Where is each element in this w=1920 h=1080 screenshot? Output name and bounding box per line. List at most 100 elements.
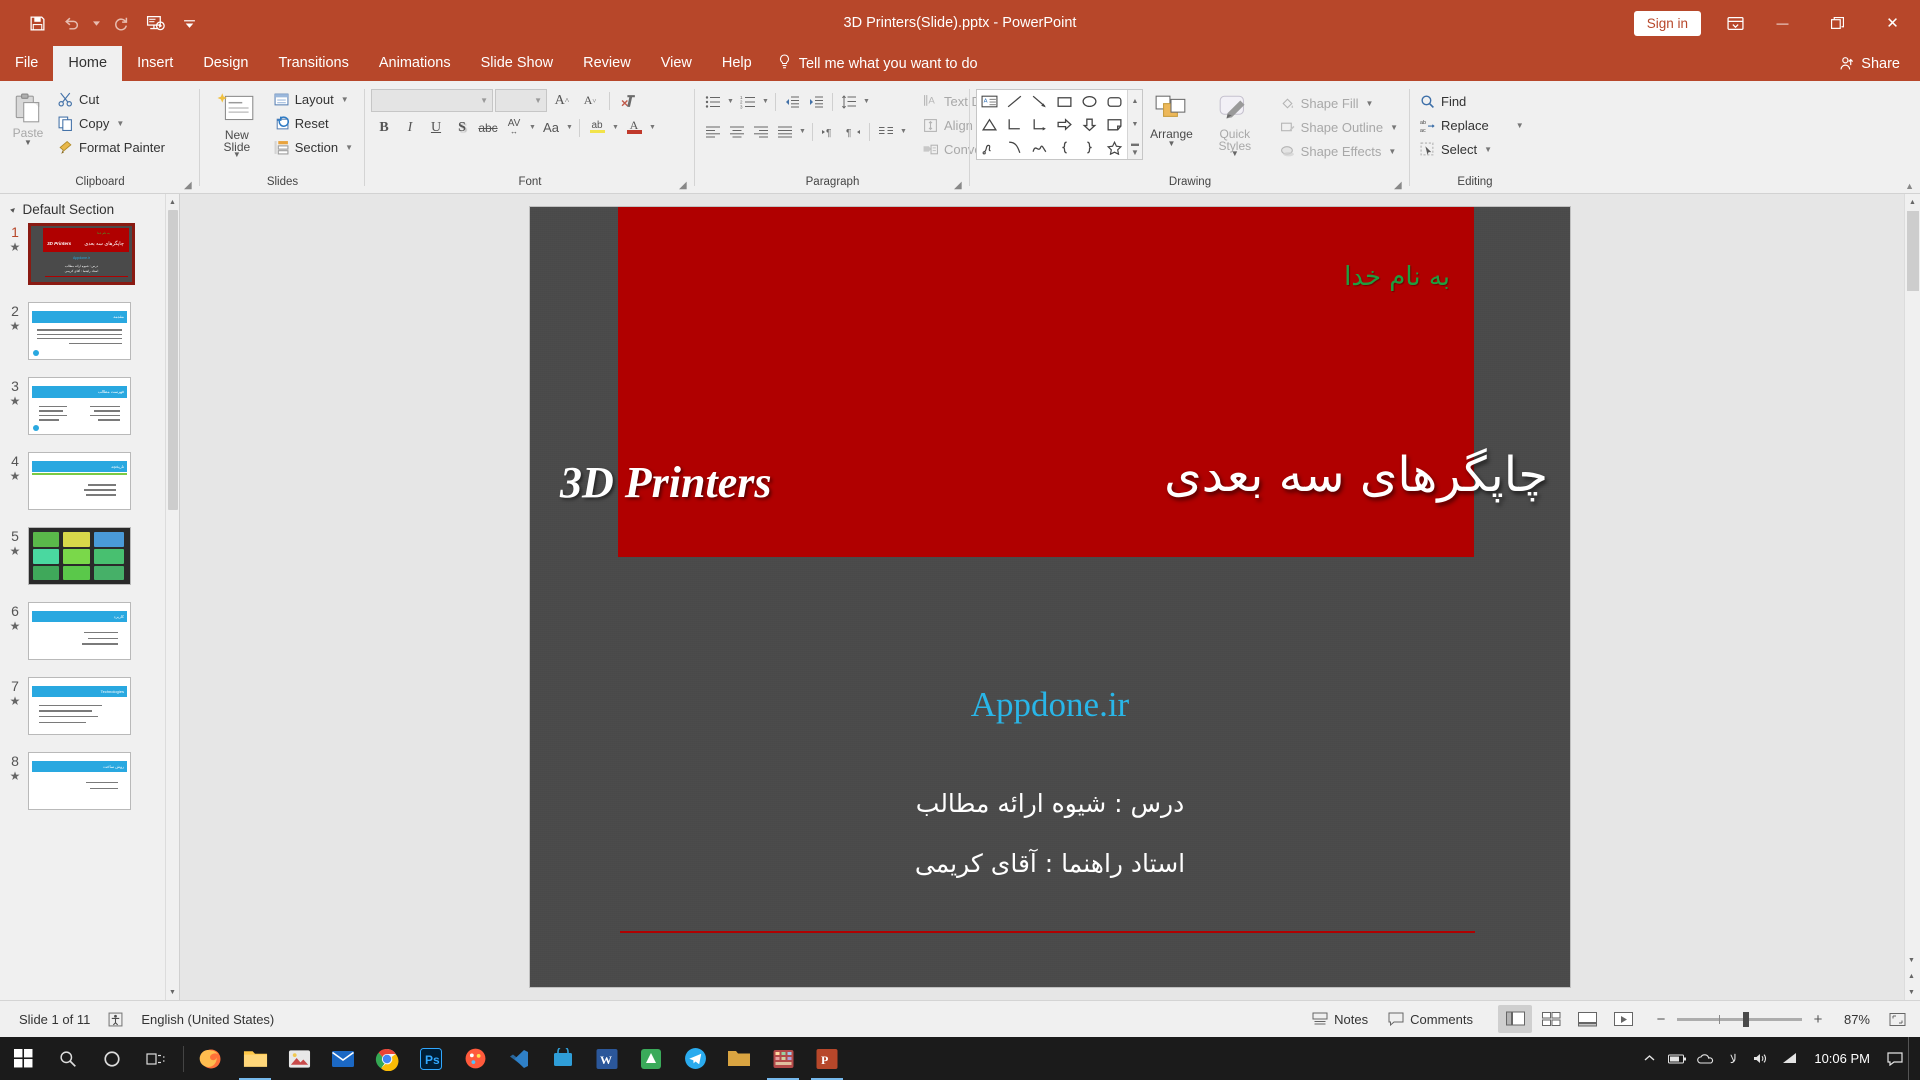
slide-vertical-scrollbar[interactable]: ▲ ▼ ▲ ▼ [1904, 194, 1920, 1000]
next-slide-icon[interactable]: ▼ [1904, 984, 1919, 1000]
thumbnail-slide-7[interactable]: 7 ★ Technologies [2, 677, 179, 735]
collapse-ribbon-icon[interactable]: ▲ [1905, 181, 1914, 191]
zoom-handle[interactable] [1743, 1012, 1749, 1027]
accessibility-checker-button[interactable] [99, 1005, 132, 1033]
paragraph-dialog-launcher[interactable]: ◢ [954, 180, 966, 192]
show-hidden-icons-tray[interactable] [1636, 1037, 1662, 1080]
minimize-button[interactable]: — [1755, 0, 1810, 46]
shapes-more-icon[interactable]: ▬▼ [1128, 136, 1142, 159]
arrow-shape[interactable] [1027, 90, 1052, 113]
slide-indicator[interactable]: Slide 1 of 11 [10, 1005, 99, 1033]
select-button[interactable]: Select ▼ [1416, 138, 1530, 161]
line-shape[interactable] [1002, 90, 1027, 113]
zoom-percentage[interactable]: 87% [1834, 1012, 1870, 1027]
current-slide[interactable]: به نام خدا 3D Printers چاپگرهای سه بعدی … [530, 207, 1570, 987]
decrease-indent-icon[interactable] [780, 90, 804, 113]
star-shape[interactable] [1102, 136, 1127, 159]
previous-slide-icon[interactable]: ▲ [1904, 968, 1919, 984]
photoshop-taskbar-icon[interactable]: Ps [409, 1037, 453, 1080]
shapes-scroll-down-icon[interactable]: ▼ [1128, 113, 1142, 136]
tab-review[interactable]: Review [568, 46, 646, 81]
text-highlight-caret-icon[interactable]: ▼ [610, 124, 621, 131]
new-slide-button[interactable]: New Slide ▼ [206, 88, 268, 161]
font-dialog-launcher[interactable]: ◢ [679, 180, 691, 192]
slide-title-persian[interactable]: چاپگرهای سه بعدی [1164, 447, 1548, 503]
firefox-taskbar-icon[interactable] [189, 1037, 233, 1080]
slide-show-view-button[interactable] [1606, 1005, 1640, 1033]
triangle-shape[interactable] [977, 113, 1002, 136]
increase-indent-icon[interactable] [804, 90, 828, 113]
line-spacing-caret-icon[interactable]: ▼ [861, 98, 872, 105]
tab-home[interactable]: Home [53, 46, 122, 81]
numbering-icon[interactable]: 123 [736, 90, 760, 113]
columns-caret-icon[interactable]: ▼ [898, 128, 909, 135]
thumbnail-slide-6[interactable]: 6 ★ کاربرد [2, 602, 179, 660]
thumbnail-image[interactable]: کاربرد [28, 602, 131, 660]
font-name-input[interactable]: ▼ [371, 89, 493, 112]
powerpoint-taskbar-icon[interactable]: P [805, 1037, 849, 1080]
customize-qat-icon[interactable] [174, 8, 204, 38]
shape-fill-caret-icon[interactable]: ▼ [1365, 99, 1373, 108]
new-slide-caret-icon[interactable]: ▼ [233, 152, 241, 158]
columns-icon[interactable] [874, 120, 898, 143]
search-taskbar-icon[interactable] [46, 1037, 90, 1080]
reading-view-button[interactable] [1570, 1005, 1604, 1033]
show-desktop-button[interactable] [1908, 1037, 1916, 1080]
decrease-font-size-icon[interactable]: A˅ [577, 89, 603, 112]
right-brace-shape[interactable] [1077, 136, 1102, 159]
rectangle-shape[interactable] [1052, 90, 1077, 113]
change-case-caret-icon[interactable]: ▼ [564, 124, 575, 131]
tab-animations[interactable]: Animations [364, 46, 466, 81]
rounded-rectangle-shape[interactable] [1102, 90, 1127, 113]
vscode-taskbar-icon[interactable] [497, 1037, 541, 1080]
zoom-in-button[interactable]: + [1811, 1011, 1825, 1028]
text-box-shape[interactable]: A [977, 90, 1002, 113]
store-taskbar-icon[interactable] [541, 1037, 585, 1080]
font-size-caret-icon[interactable]: ▼ [534, 96, 542, 105]
mail-taskbar-icon[interactable] [321, 1037, 365, 1080]
media-taskbar-icon[interactable] [761, 1037, 805, 1080]
paste-button[interactable]: Paste ▼ [6, 90, 50, 149]
thumbnail-slide-3[interactable]: 3 ★ فهرست مطالب [2, 377, 179, 435]
thumbnail-image[interactable]: مقدمه [28, 302, 131, 360]
quick-styles-caret-icon[interactable]: ▼ [1231, 151, 1239, 157]
shape-outline-caret-icon[interactable]: ▼ [1390, 123, 1398, 132]
notification-center-icon[interactable] [1882, 1037, 1908, 1080]
tell-me-search[interactable]: Tell me what you want to do [767, 46, 988, 81]
elbow-arrow-connector-shape[interactable] [1027, 113, 1052, 136]
oval-shape[interactable] [1077, 90, 1102, 113]
font-size-input[interactable]: ▼ [495, 89, 547, 112]
layout-button[interactable]: Layout ▼ [270, 88, 359, 111]
tab-design[interactable]: Design [188, 46, 263, 81]
copy-button[interactable]: Copy ▼ [54, 112, 171, 135]
word-taskbar-icon[interactable]: W [585, 1037, 629, 1080]
format-painter-button[interactable]: Format Painter [54, 136, 171, 159]
clipboard-dialog-launcher[interactable]: ◢ [184, 180, 196, 192]
numbering-caret-icon[interactable]: ▼ [760, 98, 771, 105]
paint-taskbar-icon[interactable] [453, 1037, 497, 1080]
zoom-track[interactable] [1677, 1018, 1802, 1021]
strikethrough-icon[interactable]: abc [475, 116, 501, 139]
drawing-dialog-launcher[interactable]: ◢ [1394, 180, 1406, 192]
bullets-caret-icon[interactable]: ▼ [725, 98, 736, 105]
cut-button[interactable]: Cut [54, 88, 171, 111]
bullets-icon[interactable] [701, 90, 725, 113]
clear-all-formatting-icon[interactable] [616, 89, 642, 112]
thumbnail-image[interactable] [28, 527, 131, 585]
font-color-caret-icon[interactable]: ▼ [647, 124, 658, 131]
shapes-scroll-up-icon[interactable]: ▲ [1128, 90, 1142, 113]
thumbnail-slide-4[interactable]: 4 ★ تاریخچه [2, 452, 179, 510]
thumbnail-slide-2[interactable]: 2 ★ مقدمه [2, 302, 179, 360]
shape-effects-button[interactable]: Shape Effects ▼ [1276, 140, 1404, 163]
tab-view[interactable]: View [646, 46, 707, 81]
shapes-gallery[interactable]: A [976, 89, 1143, 160]
replace-caret-icon[interactable]: ▼ [1516, 121, 1524, 130]
start-button[interactable] [0, 1037, 46, 1080]
font-name-caret-icon[interactable]: ▼ [480, 96, 488, 105]
arrange-caret-icon[interactable]: ▼ [1168, 141, 1176, 147]
text-shadow-icon[interactable]: S [449, 116, 475, 139]
language-indicator[interactable]: English (United States) [132, 1005, 283, 1033]
align-left-icon[interactable] [701, 120, 725, 143]
character-spacing-icon[interactable]: AV↔ [501, 116, 527, 139]
justify-caret-icon[interactable]: ▼ [797, 128, 808, 135]
